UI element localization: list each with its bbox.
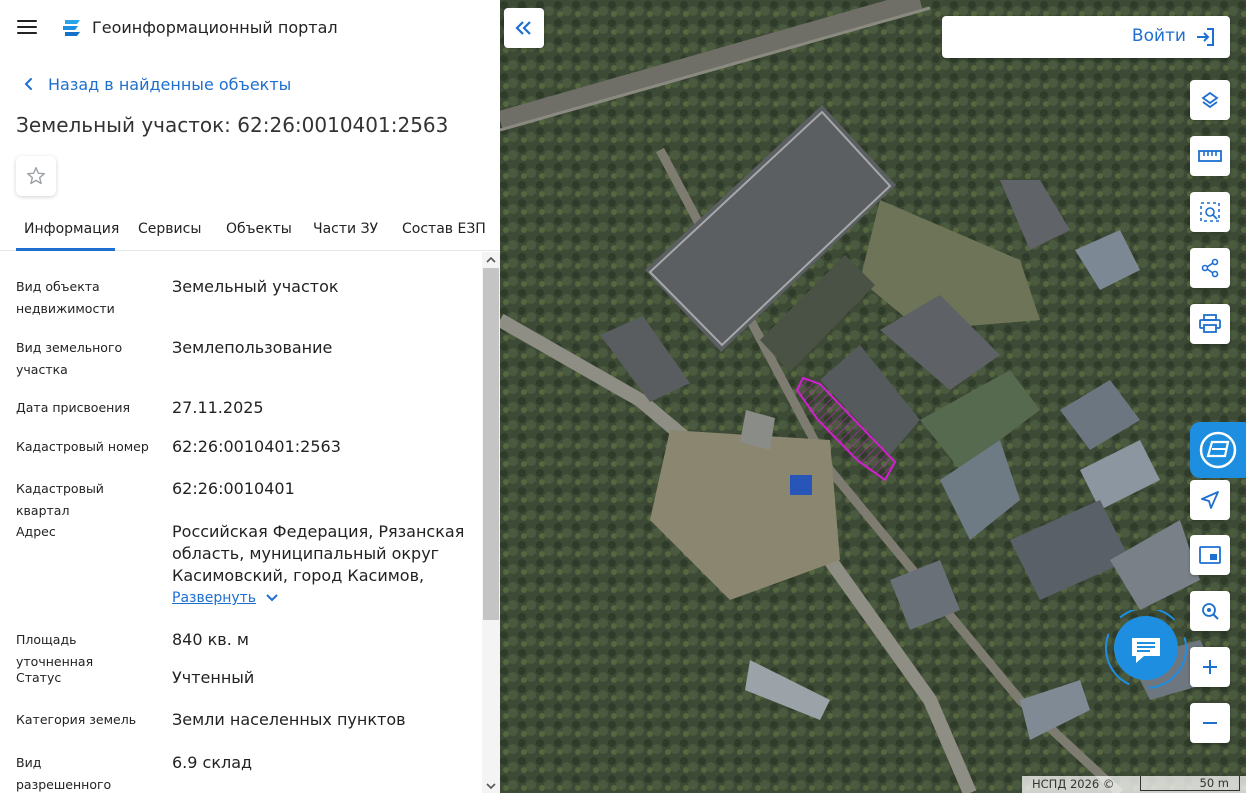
scroll-down-arrow-icon[interactable] (482, 779, 500, 793)
geolocate-button[interactable] (1190, 480, 1230, 520)
chat-assistant-button[interactable] (1104, 607, 1188, 694)
portal-logo-icon (63, 20, 80, 36)
attribute-value: 62:26:0010401 (172, 479, 295, 498)
zoom-out-icon (1203, 722, 1217, 724)
attribute-value: Земельный участок (172, 277, 339, 296)
collapse-panel-button[interactable] (504, 8, 544, 48)
select-area-icon (1200, 202, 1220, 222)
attribute-value: 62:26:0010401:2563 (172, 437, 341, 456)
layers-button[interactable] (1190, 80, 1230, 120)
minimap-icon (1199, 546, 1221, 564)
attribute-label: Категория земель (16, 712, 137, 727)
measure-button[interactable] (1190, 136, 1230, 176)
scrollbar-thumb[interactable] (483, 268, 499, 620)
app-title: Геоинформационный портал (92, 18, 338, 37)
attribute-value: 6.9 склад (172, 753, 253, 772)
ruler-icon (1198, 150, 1222, 162)
minimap-button[interactable] (1190, 535, 1230, 575)
scale-label: 50 m (1199, 776, 1230, 790)
expand-address-button[interactable]: Развернуть (172, 590, 278, 606)
attribute-value: 840 кв. м (172, 630, 249, 649)
chevron-left-icon (24, 78, 32, 90)
double-chevron-left-icon (515, 21, 531, 35)
tab-ezp-composition[interactable]: Состав ЕЗП (402, 221, 486, 237)
attribute-value: Учтенный (172, 668, 255, 687)
print-icon (1199, 314, 1221, 333)
expand-label: Развернуть (172, 590, 257, 606)
attribution-text: НСПД 2026 © (1032, 777, 1115, 791)
scroll-up-arrow-icon[interactable] (482, 252, 500, 266)
active-tab-indicator (16, 248, 115, 251)
locate-icon (1201, 491, 1219, 509)
map-scale-bar: 50 m (1140, 776, 1240, 791)
search-location-icon (1202, 603, 1219, 620)
attribute-row: Адрес Российская Федерация, Рязанская об… (16, 521, 476, 611)
tab-objects[interactable]: Объекты (226, 221, 292, 237)
share-button[interactable] (1190, 248, 1230, 288)
share-icon (1201, 258, 1219, 278)
attribute-label: Дата присвоения (16, 400, 130, 415)
map-attribution: НСПД 2026 © 50 m (1022, 776, 1246, 793)
zoom-out-button[interactable] (1190, 703, 1230, 743)
attribute-label: Адрес (16, 524, 56, 539)
zoom-in-icon (1203, 660, 1217, 674)
scrollbar[interactable] (482, 252, 500, 793)
chat-icon (1105, 607, 1187, 689)
public-cadastral-map-button[interactable] (1190, 422, 1246, 478)
attribute-label: Кадастровый квартал (16, 481, 104, 518)
top-bar: Геоинформационный портал (0, 0, 500, 56)
attribute-label: Статус (16, 670, 62, 685)
search-location-button[interactable] (1190, 591, 1230, 631)
page-title: Земельный участок: 62:26:0010401:2563 (16, 113, 449, 137)
attributes-list: Вид объекта недвижимости Земельный участ… (0, 252, 482, 793)
select-area-button[interactable] (1190, 192, 1230, 232)
attribute-label: Вид земельного участка (16, 340, 123, 377)
tab-parcel-parts[interactable]: Части ЗУ (313, 221, 378, 237)
pkk-icon (1199, 431, 1237, 469)
login-label: Войти (1131, 26, 1186, 46)
attribute-value: 27.11.2025 (172, 398, 264, 417)
attribute-value: Российская Федерация, Рязанская область,… (172, 522, 465, 585)
login-button[interactable]: Войти (942, 16, 1230, 58)
attribute-label: Вид разрешенного использования (16, 755, 112, 792)
attribute-label: Вид объекта недвижимости (16, 279, 115, 316)
attribute-value: Земли населенных пунктов (172, 710, 406, 729)
chevron-down-icon (266, 594, 278, 602)
tab-bar: Информация Сервисы Объекты Части ЗУ Сост… (0, 210, 500, 251)
info-panel: Геоинформационный портал Назад в найденн… (0, 0, 500, 793)
attribute-label: Кадастровый номер (16, 439, 149, 454)
print-button[interactable] (1190, 304, 1230, 344)
hamburger-icon[interactable] (17, 20, 39, 36)
attribute-value: Землепользование (172, 338, 333, 357)
tab-services[interactable]: Сервисы (138, 221, 201, 237)
back-link-label: Назад в найденные объекты (48, 74, 292, 94)
login-icon (1197, 28, 1214, 46)
tab-information[interactable]: Информация (24, 221, 119, 237)
zoom-in-button[interactable] (1190, 647, 1230, 687)
favorite-button[interactable] (16, 156, 56, 196)
star-icon (27, 167, 45, 185)
back-to-results-link[interactable]: Назад в найденные объекты (18, 72, 291, 96)
layers-icon (1201, 91, 1219, 109)
